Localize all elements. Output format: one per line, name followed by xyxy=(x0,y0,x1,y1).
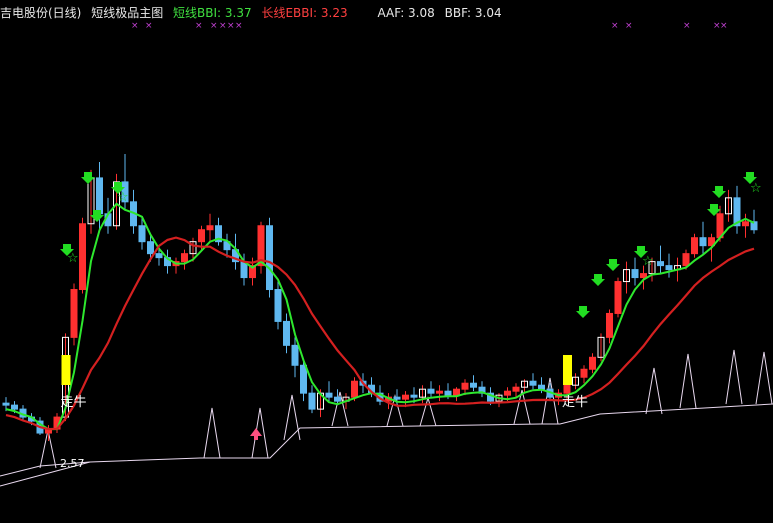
candle-body xyxy=(147,241,154,255)
candle-body xyxy=(274,289,282,322)
bottom-spike xyxy=(725,349,743,405)
candle-body xyxy=(699,237,707,247)
candle-body xyxy=(631,269,639,279)
down-arrow-icon xyxy=(591,274,605,286)
bottom-spike xyxy=(283,394,301,441)
bottom-spike xyxy=(755,351,773,405)
candle-body xyxy=(300,364,307,394)
x-marker: × xyxy=(131,21,139,31)
down-arrow-icon xyxy=(712,186,726,198)
candle-body xyxy=(512,386,520,392)
signal-bar xyxy=(61,355,71,385)
candle-body xyxy=(334,396,341,402)
candle-body xyxy=(657,261,664,267)
candle-body xyxy=(410,394,418,398)
candle-body xyxy=(436,390,443,394)
x-marker: × xyxy=(227,21,235,31)
x-marker: × xyxy=(611,21,619,31)
candle-body xyxy=(198,229,205,243)
star-icon: ☆ xyxy=(67,251,79,266)
candle-body xyxy=(2,402,10,406)
up-arrow-icon xyxy=(250,428,262,440)
bottom-spike xyxy=(679,353,697,409)
candle-body xyxy=(750,221,758,231)
candle-body xyxy=(444,390,452,396)
candle-body xyxy=(96,177,103,215)
candle-body xyxy=(155,253,163,259)
candle-body xyxy=(504,390,511,396)
x-marker: × xyxy=(195,21,203,31)
candlestick-chart: 走牛 走牛2.57☆☆☆☆× × × × × × × × × × × × xyxy=(0,21,773,487)
candle-body xyxy=(538,384,545,390)
star-icon: ☆ xyxy=(642,254,654,269)
candle-body xyxy=(453,388,460,396)
signal-label: 走牛 xyxy=(61,395,87,410)
candle-body xyxy=(79,223,86,291)
down-arrow-icon xyxy=(81,172,95,184)
candle-body xyxy=(461,382,469,390)
bottom-spike xyxy=(203,407,221,459)
candle-body xyxy=(427,388,435,394)
candle-body xyxy=(640,273,647,279)
x-marker: × xyxy=(235,21,243,31)
bottom-baseline xyxy=(0,403,773,477)
candle-body xyxy=(308,392,316,410)
candle-body xyxy=(283,320,290,346)
candle-body xyxy=(70,289,78,338)
candle-body xyxy=(580,368,588,378)
down-arrow-icon xyxy=(606,259,620,271)
signal-bar xyxy=(563,355,572,385)
candle-body xyxy=(682,253,690,267)
candle-body xyxy=(206,225,214,231)
x-marker: × xyxy=(210,21,218,31)
candle-body xyxy=(291,344,299,366)
candle-body xyxy=(11,404,18,410)
candle-body xyxy=(742,221,749,227)
candle-body xyxy=(665,265,673,271)
candle-body xyxy=(470,382,477,388)
bottom-spike xyxy=(645,367,663,415)
signal-label: 走牛 xyxy=(562,395,588,410)
candle-body xyxy=(181,253,188,263)
x-marker: × xyxy=(145,21,153,31)
x-marker: × xyxy=(219,21,227,31)
candle-body xyxy=(589,356,596,370)
x-marker: × xyxy=(720,21,728,31)
x-marker: × xyxy=(683,21,691,31)
candle-body xyxy=(351,380,358,398)
short-bbi-line xyxy=(5,202,755,431)
candle-body xyxy=(266,225,273,291)
candle-body xyxy=(138,225,146,243)
candle-body xyxy=(614,281,622,314)
candle-body xyxy=(606,312,613,338)
candle-body xyxy=(691,237,698,255)
low-price-label: 2.57 xyxy=(60,457,85,470)
down-arrow-icon xyxy=(576,306,590,318)
star-icon: ☆ xyxy=(117,190,129,205)
candle-body xyxy=(563,384,571,394)
candle-body xyxy=(393,396,401,400)
star-icon: ☆ xyxy=(750,181,762,196)
candle-body xyxy=(402,394,409,400)
x-marker: × xyxy=(625,21,633,31)
candle-body xyxy=(529,380,537,386)
candle-body xyxy=(325,392,333,398)
